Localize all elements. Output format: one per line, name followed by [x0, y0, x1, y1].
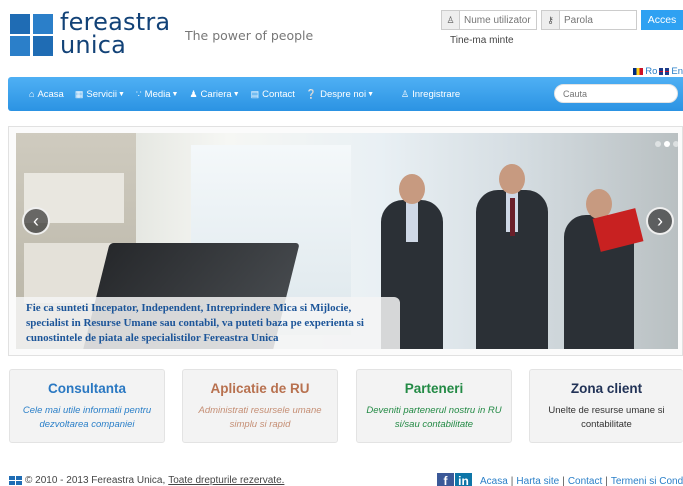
linkedin-icon[interactable]: in [455, 473, 472, 486]
tagline: The power of people [185, 28, 314, 43]
username-field: ♙ [441, 10, 537, 30]
nav-label: Inregistrare [412, 88, 461, 100]
nav-item-acasa[interactable]: ⌂ Acasa [29, 89, 64, 100]
login-button[interactable]: Acces [641, 10, 683, 30]
nav-label: Despre noi [320, 88, 367, 100]
separator: | [562, 476, 565, 486]
caret-down-icon: ▼ [117, 90, 125, 98]
rss-icon: ∵ [135, 88, 142, 99]
romanian-flag-icon[interactable] [633, 68, 644, 75]
caret-down-icon: ▼ [367, 90, 375, 98]
key-icon: ⚷ [542, 11, 560, 29]
feature-aplicatie-ru[interactable]: Aplicatie de RU Administrati resursele u… [182, 369, 338, 443]
nav-label: Acasa [37, 88, 64, 100]
slider-dot[interactable] [655, 141, 661, 147]
rights-link[interactable]: Toate drepturile rezervate. [168, 475, 284, 486]
user-icon: ♙ [401, 88, 410, 99]
slide-caption: Fie ca sunteti Incepator, Independent, I… [16, 297, 400, 349]
caret-down-icon: ▼ [171, 90, 179, 98]
grid-icon: ▦ [74, 88, 84, 99]
slider-prev-arrow-icon[interactable]: ‹ [22, 207, 50, 235]
feature-text: Deveniti partenerul nostru in RU si/sau … [366, 405, 502, 430]
logo-squares-icon [10, 14, 54, 56]
footer-link-harta-site[interactable]: Harta site [516, 476, 559, 486]
slider-dots [655, 141, 678, 147]
feature-title: Aplicatie de RU [210, 381, 310, 396]
nav-label: Servicii [86, 88, 117, 100]
feature-title: Parteneri [404, 381, 464, 396]
mini-logo-icon [9, 475, 23, 486]
nav-item-media[interactable]: ∵ Media ▼ [136, 89, 179, 100]
nav-label: Cariera [200, 88, 232, 100]
nav-item-servicii[interactable]: ▦ Servicii ▼ [75, 89, 125, 100]
main-navbar: ⌂ Acasa ▦ Servicii ▼ ∵ Media ▼ ♟ Cariera… [8, 77, 683, 111]
slider-dot[interactable] [673, 141, 678, 147]
search-input[interactable] [555, 85, 677, 102]
book-icon: ▤ [250, 88, 260, 99]
facebook-icon[interactable]: f [437, 473, 454, 486]
lang-en[interactable]: En [671, 66, 683, 77]
footer-link-acasa[interactable]: Acasa [480, 476, 508, 486]
logo-line-2: unica [60, 31, 126, 59]
businessman-graphic [476, 164, 548, 349]
feature-zona-client[interactable]: Zona client Unelte de resurse umane si c… [529, 369, 683, 443]
nav-item-contact[interactable]: ▤ Contact [251, 89, 295, 100]
logo-wordmark: fereastra unica [60, 10, 170, 59]
login-form: ♙ ⚷ Acces [441, 9, 683, 31]
feature-title: Zona client [570, 381, 643, 396]
feature-consultanta[interactable]: Consultanta Cele mai utile informatii pe… [9, 369, 165, 443]
nav-label: Contact [262, 88, 295, 100]
separator: | [510, 476, 514, 486]
feature-parteneri[interactable]: Parteneri Deveniti partenerul nostru in … [356, 369, 512, 443]
caret-down-icon: ▼ [232, 90, 240, 98]
hero-slider: ‹ › Fie ca sunteti Incepator, Independen… [8, 126, 683, 356]
language-switcher: Ro En [633, 66, 683, 77]
question-icon: ❔ [305, 88, 318, 99]
password-input[interactable] [560, 11, 636, 29]
social-links: f in [437, 473, 472, 486]
user-icon: ♙ [442, 11, 460, 29]
slider-next-arrow-icon[interactable]: › [646, 207, 674, 235]
nav-label: Media [144, 88, 171, 100]
feature-text: Unelte de resurse umane si contabilitate [548, 405, 665, 430]
feature-text: Cele mai utile informatii pentru dezvolt… [22, 405, 152, 430]
username-input[interactable] [460, 11, 536, 29]
feature-title: Consultanta [47, 381, 126, 396]
feature-text: Administrati resursele umane simplu si r… [198, 405, 322, 430]
remember-me[interactable]: Tine-ma minte [450, 35, 514, 413]
copyright-text: © 2010 - 2013 Fereastra Unica, [25, 475, 166, 486]
footer-link-termeni[interactable]: Termeni si Conditii [611, 476, 683, 486]
footer-copyright: © 2010 - 2013 Fereastra Unica, Toate dre… [9, 475, 284, 486]
slide-image: ‹ › Fie ca sunteti Incepator, Independen… [16, 133, 678, 349]
site-logo[interactable]: fereastra unica [10, 10, 170, 59]
footer-link-contact[interactable]: Contact [568, 476, 602, 486]
home-icon: ⌂ [29, 89, 35, 99]
password-field: ⚷ [541, 10, 637, 30]
slider-dot-active[interactable] [664, 141, 670, 147]
footer-links: Acasa | Harta site | Contact | Termeni s… [480, 476, 683, 486]
nav-item-cariera[interactable]: ♟ Cariera ▼ [189, 89, 239, 100]
remember-label: Tine-ma minte [450, 35, 514, 46]
nav-item-inregistrare[interactable]: ♙ Inregistrare [401, 89, 460, 100]
search-box [554, 84, 678, 103]
lang-ro[interactable]: Ro [645, 66, 657, 77]
english-flag-icon[interactable] [659, 68, 670, 75]
nav-item-despre-noi[interactable]: ❔ Despre noi ▼ [306, 89, 374, 100]
separator: | [605, 476, 608, 486]
users-icon: ♟ [189, 88, 198, 99]
